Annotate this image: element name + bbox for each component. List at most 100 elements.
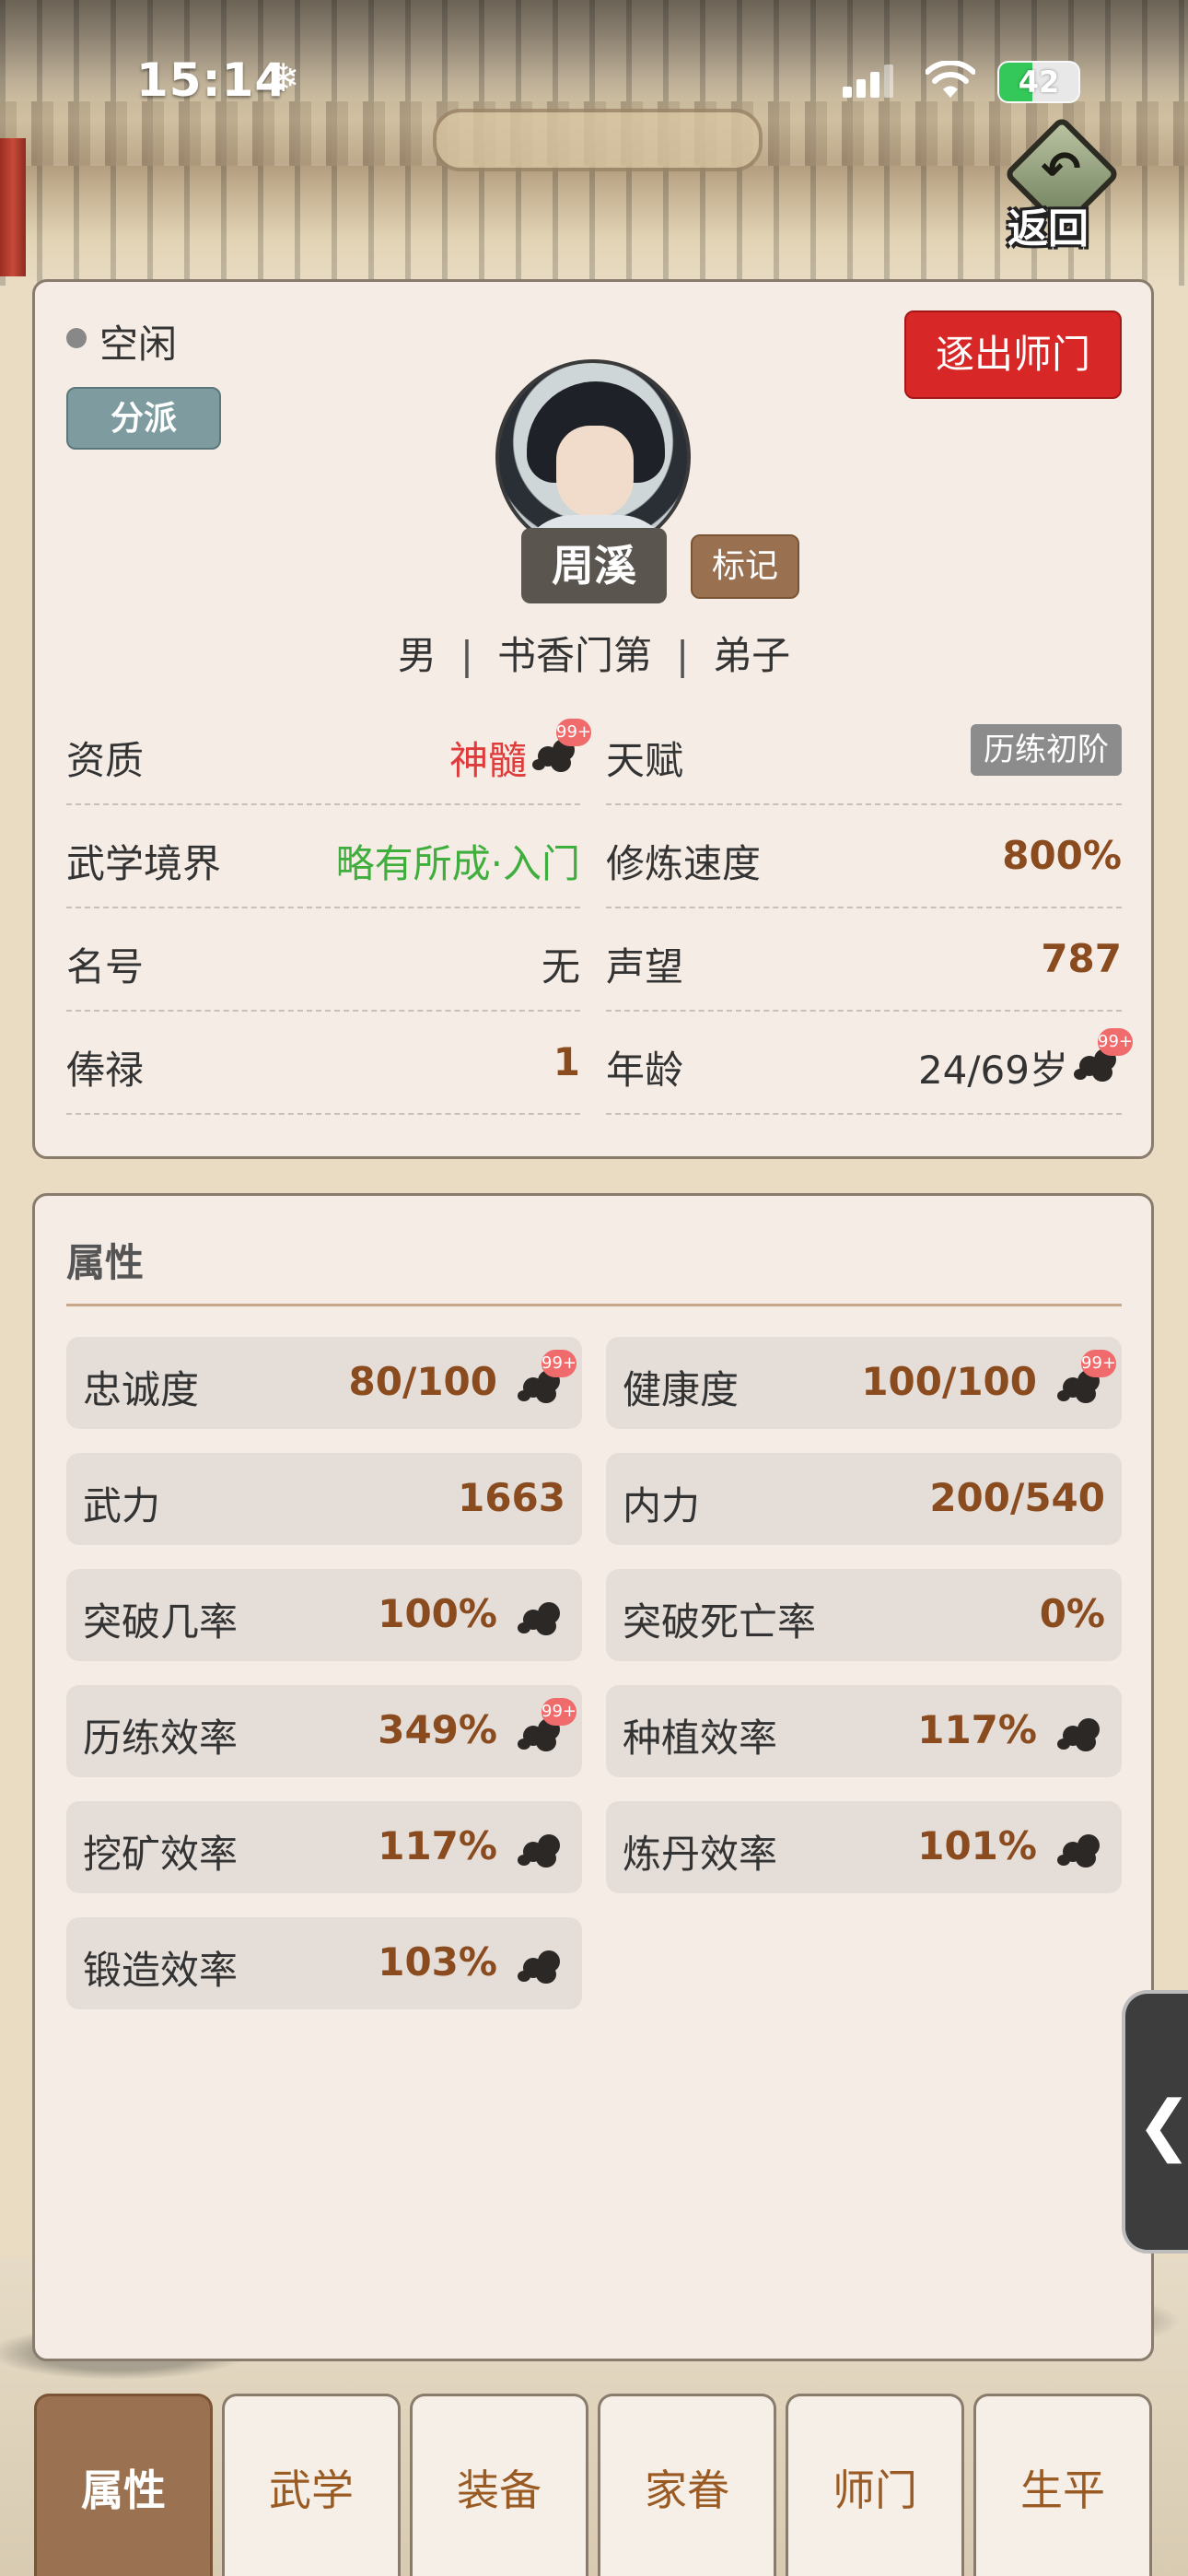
stat-training-efficiency[interactable]: 历练效率 349% 99+ [66, 1685, 582, 1777]
stat-health[interactable]: 健康度 100/100 99+ [606, 1337, 1122, 1429]
info-value: 神髓 [448, 738, 527, 783]
ink-flower-icon[interactable]: 99+ [1074, 1028, 1133, 1083]
stat-alchemy-efficiency[interactable]: 炼丹效率 101% [606, 1801, 1122, 1893]
stat-value: 103% [378, 1939, 497, 1985]
stat-value: 1663 [458, 1475, 565, 1520]
expel-button[interactable]: 逐出师门 [904, 310, 1122, 399]
stat-value: 349% [378, 1707, 497, 1752]
pillar-decoration [0, 138, 26, 276]
stat-label: 历练效率 [83, 1715, 239, 1761]
battery-text: 42 [1018, 64, 1060, 100]
status-text: 空闲 [99, 322, 178, 367]
stat-mining-efficiency[interactable]: 挖矿效率 117% [66, 1801, 582, 1893]
info-value: 24/69岁 [917, 1048, 1068, 1093]
info-value: 略有所成·入门 [335, 841, 580, 886]
info-label: 资质 [66, 738, 145, 783]
stat-breakthrough-rate[interactable]: 突破几率 100% [66, 1569, 582, 1661]
stat-breakthrough-death-rate[interactable]: 突破死亡率 0% [606, 1569, 1122, 1661]
background-text: 书香门第 [496, 633, 652, 678]
separator: | [460, 633, 473, 678]
info-label: 声望 [606, 944, 684, 989]
stat-planting-efficiency[interactable]: 种植效率 117% [606, 1685, 1122, 1777]
stat-label: 突破几率 [83, 1599, 239, 1645]
ink-flower-icon[interactable] [1057, 1825, 1105, 1869]
notification-badge: 99+ [542, 1698, 577, 1726]
notification-badge: 99+ [1098, 1028, 1133, 1056]
info-row-title: 名号 无 [66, 908, 580, 1012]
stat-inner-power[interactable]: 内力 200/540 [606, 1453, 1122, 1545]
stat-label: 武力 [83, 1483, 161, 1528]
ink-flower-icon[interactable]: 99+ [1057, 1350, 1116, 1405]
stat-loyalty[interactable]: 忠诚度 80/100 99+ [66, 1337, 582, 1429]
stat-label: 炼丹效率 [623, 1832, 778, 1877]
status-time: 15:14 [136, 53, 288, 107]
status-dot [66, 328, 87, 348]
signal-icon [843, 64, 894, 98]
info-row-talent: 天赋 历练初阶 [606, 702, 1122, 805]
stat-label: 挖矿效率 [83, 1832, 239, 1877]
chevron-left-icon: ❮ [1136, 2086, 1188, 2163]
ink-flower-icon[interactable]: 99+ [518, 1350, 577, 1405]
notification-badge: 99+ [556, 719, 591, 746]
back-label: 返回 [1007, 205, 1089, 252]
info-row-training-speed: 修炼速度 800% [606, 805, 1122, 908]
stat-value: 100/100 [861, 1359, 1037, 1404]
ink-flower-icon[interactable] [518, 1941, 565, 1985]
gender-text: 男 [397, 633, 437, 678]
ink-flower-icon[interactable]: 99+ [518, 1698, 577, 1753]
tab-family[interactable]: 家眷 [598, 2394, 776, 2576]
identity-line: 男 | 书香门第 | 弟子 [0, 625, 1188, 681]
section-divider [66, 1304, 1122, 1306]
stat-value: 117% [917, 1707, 1037, 1752]
notification-badge: 99+ [1081, 1350, 1116, 1377]
tab-attributes[interactable]: 属性 [34, 2394, 213, 2576]
info-row-aptitude: 资质 神髓 99+ [66, 702, 591, 805]
tab-martial-arts[interactable]: 武学 [222, 2394, 401, 2576]
avatar[interactable] [495, 359, 691, 555]
info-value: 1 [553, 1039, 580, 1084]
ink-flower-icon[interactable] [1057, 1709, 1105, 1753]
side-drawer-handle[interactable]: ❮ [1122, 1990, 1188, 2254]
role-text: 弟子 [713, 633, 791, 678]
mark-button[interactable]: 标记 [691, 534, 799, 599]
separator: | [676, 633, 690, 678]
info-label: 武学境界 [66, 841, 222, 886]
info-label: 年龄 [606, 1048, 684, 1093]
wifi-icon [926, 61, 975, 98]
info-row-reputation: 声望 787 [606, 908, 1122, 1012]
stat-forging-efficiency[interactable]: 锻造效率 103% [66, 1917, 582, 2009]
info-value: 787 [1041, 936, 1122, 981]
info-label: 俸禄 [66, 1048, 145, 1093]
back-arrow-icon: ↶ [1041, 142, 1081, 197]
ink-flower-icon[interactable] [518, 1825, 565, 1869]
stat-label: 健康度 [623, 1367, 740, 1412]
stat-label: 内力 [623, 1483, 701, 1528]
stat-label: 突破死亡率 [623, 1599, 817, 1645]
info-row-age: 年龄 24/69岁 99+ [606, 1012, 1133, 1115]
notification-badge: 99+ [542, 1350, 577, 1377]
stat-label: 锻造效率 [83, 1948, 239, 1993]
stat-value: 101% [917, 1823, 1037, 1868]
info-row-realm: 武学境界 略有所成·入门 [66, 805, 580, 908]
back-button[interactable]: ↶ 返回 [995, 115, 1124, 252]
info-label: 修炼速度 [606, 841, 762, 886]
ink-flower-icon[interactable] [518, 1593, 565, 1637]
tab-biography[interactable]: 生平 [973, 2394, 1152, 2576]
stat-martial-power[interactable]: 武力 1663 [66, 1453, 582, 1545]
info-value: 800% [1002, 833, 1122, 878]
character-name: 周溪 [521, 528, 667, 603]
roof-plaque-decoration [433, 109, 763, 171]
stat-label: 忠诚度 [83, 1367, 200, 1412]
stat-value: 100% [378, 1591, 497, 1636]
info-label: 天赋 [606, 738, 684, 783]
tab-equipment[interactable]: 装备 [410, 2394, 588, 2576]
ink-flower-icon[interactable]: 99+ [532, 719, 591, 774]
section-title: 属性 [66, 1240, 145, 1285]
tab-sect[interactable]: 师门 [786, 2394, 964, 2576]
info-row-salary: 俸禄 1 [66, 1012, 580, 1115]
talent-tag[interactable]: 历练初阶 [971, 724, 1122, 776]
stat-value: 200/540 [929, 1475, 1105, 1520]
stat-value: 80/100 [348, 1359, 497, 1404]
info-value: 无 [541, 944, 580, 989]
faction-button[interactable]: 分派 [66, 387, 221, 450]
